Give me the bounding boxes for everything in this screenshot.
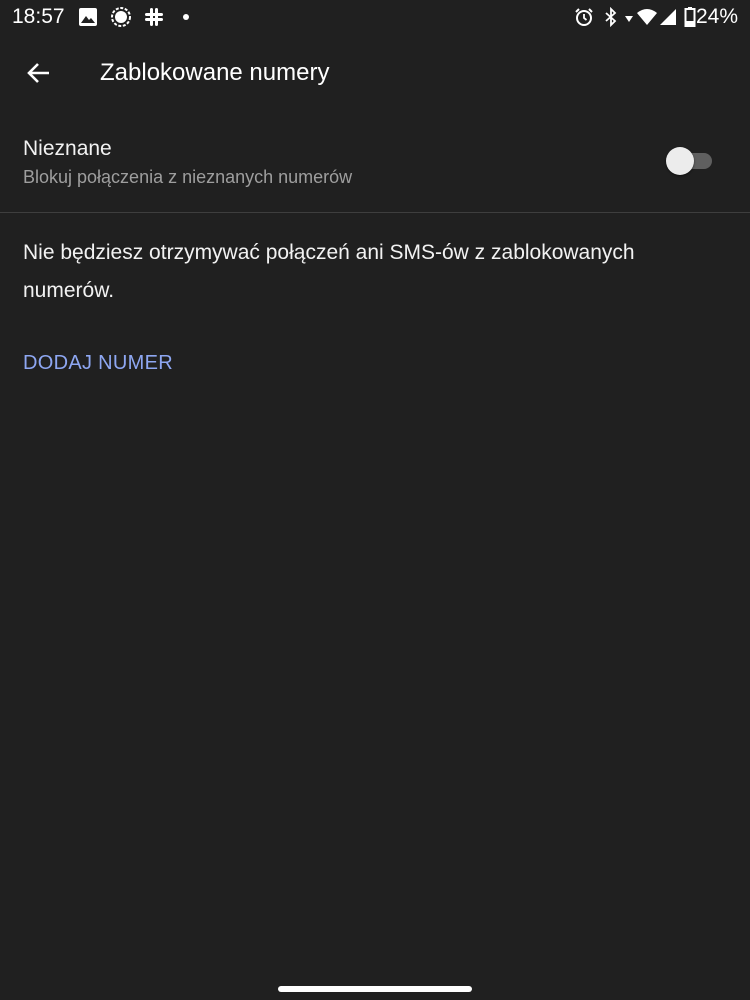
unknown-numbers-setting[interactable]: Nieznane Blokuj połączenia z nieznanych … [0, 120, 750, 212]
back-button[interactable] [18, 52, 60, 94]
slack-icon [145, 8, 163, 26]
dot-icon [183, 14, 189, 20]
bluetooth-icon [605, 7, 617, 27]
setting-subtitle: Blokuj połączenia z nieznanych numerów [23, 167, 353, 187]
image-icon [79, 8, 97, 26]
alarm-icon [575, 8, 593, 26]
page-title: Zablokowane numery [100, 59, 330, 86]
unknown-numbers-toggle[interactable] [666, 146, 714, 176]
signal-app-icon [111, 7, 131, 27]
wifi-icon [637, 9, 657, 25]
toggle-thumb [666, 147, 694, 175]
setting-title: Nieznane [23, 137, 112, 160]
divider [0, 212, 750, 213]
info-text: Nie będziesz otrzymywać połączeń ani SMS… [23, 241, 635, 302]
data-arrow-icon [625, 16, 633, 22]
cell-signal-icon [660, 9, 676, 25]
home-indicator[interactable] [278, 986, 472, 992]
battery-icon [684, 7, 696, 27]
arrow-back-icon [27, 63, 49, 83]
app-bar: Zablokowane numery [0, 36, 750, 112]
status-time: 18:57 [12, 5, 65, 28]
add-number-button[interactable]: DODAJ NUMER [23, 352, 173, 375]
status-bar: 18:57 24% [0, 0, 750, 36]
battery-percent: 24% [695, 5, 738, 28]
